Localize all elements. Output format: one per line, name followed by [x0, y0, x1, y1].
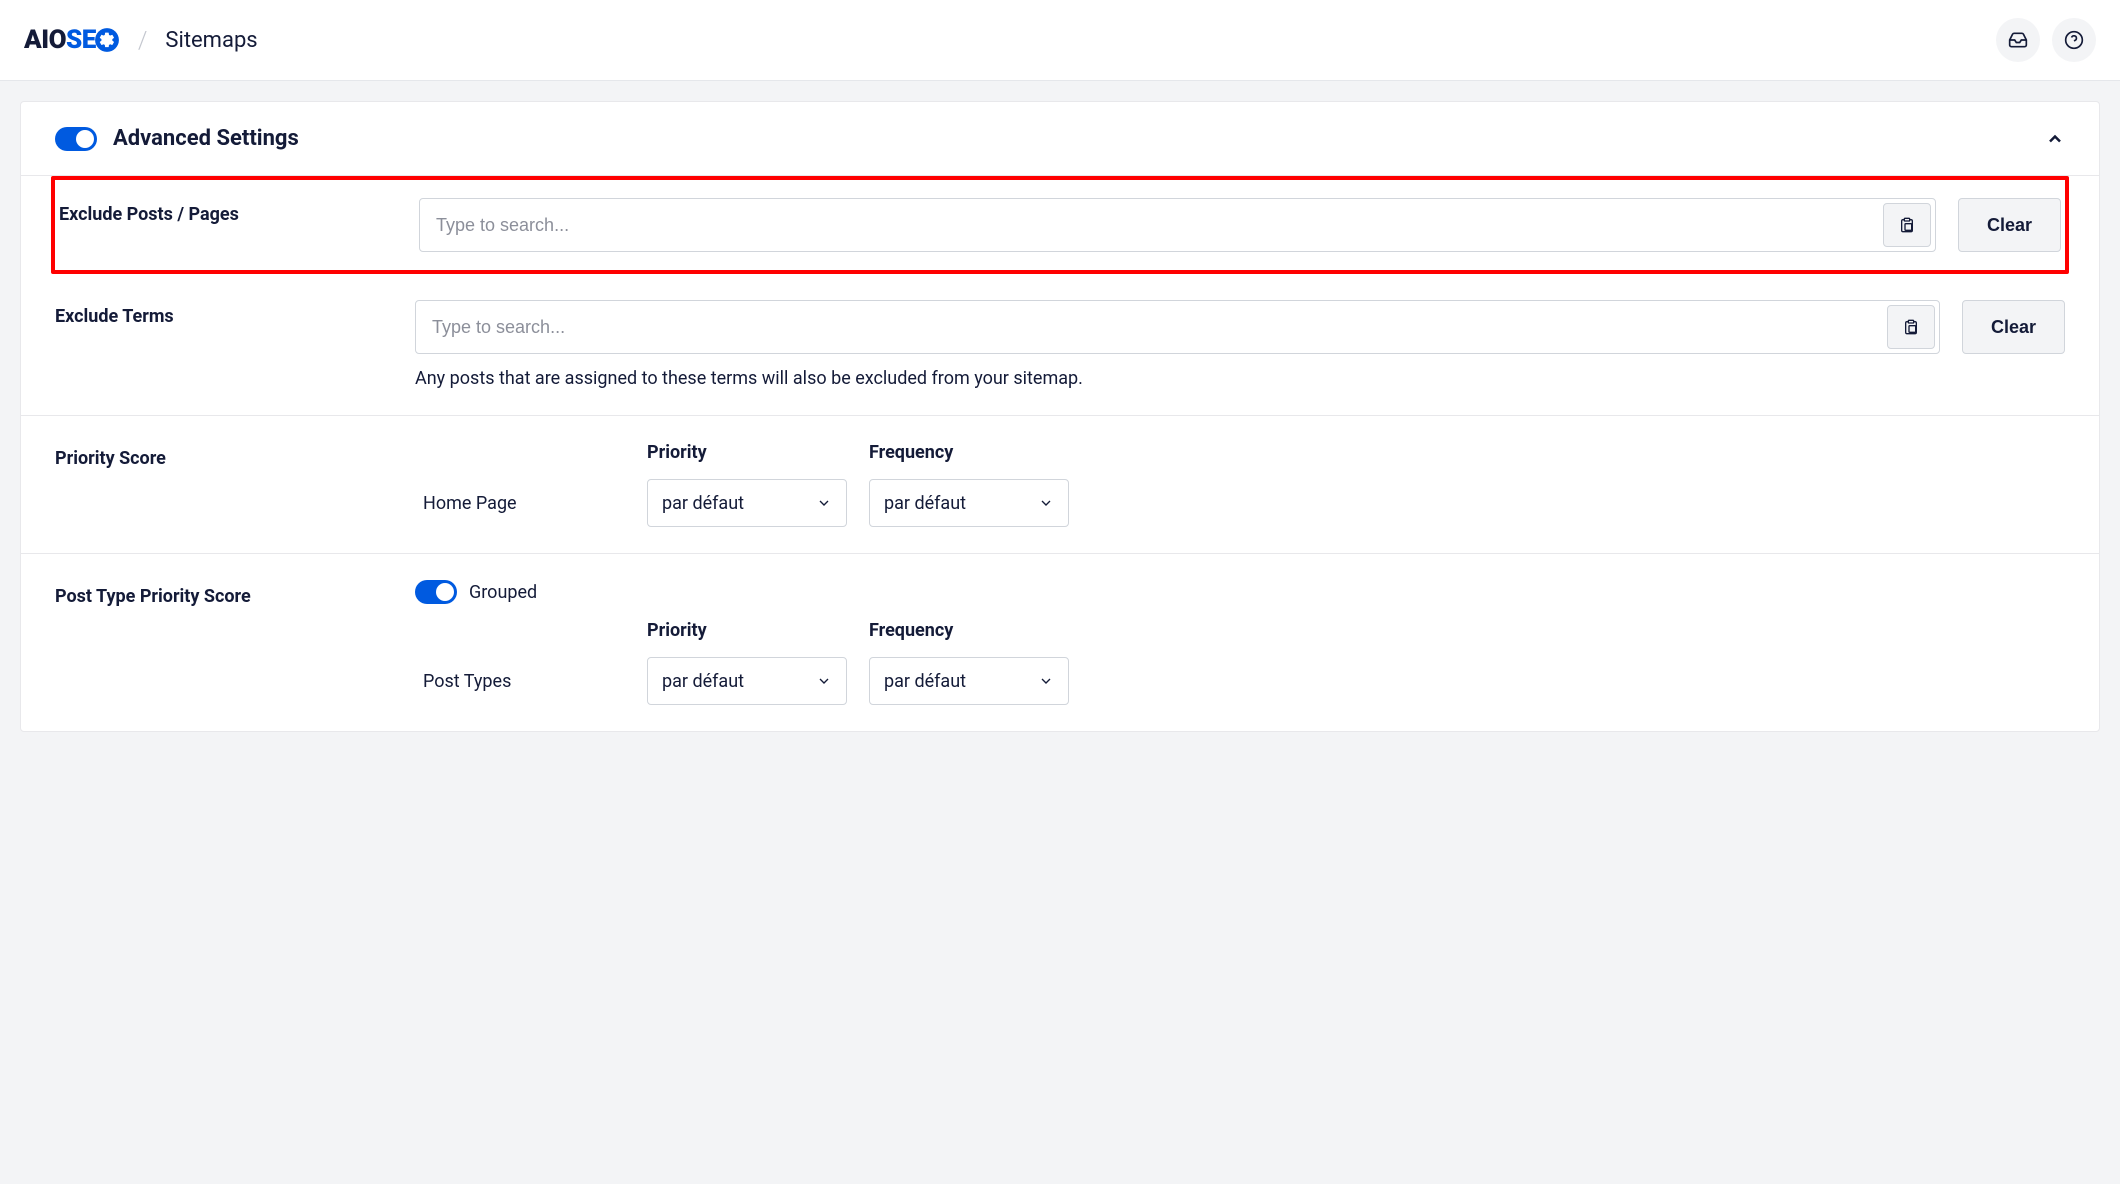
grouped-toggle[interactable]	[415, 580, 457, 604]
chevron-down-icon	[1038, 495, 1054, 511]
logo-se-text: SE	[66, 25, 96, 55]
advanced-settings-toggle[interactable]	[55, 127, 97, 151]
paste-icon	[1903, 319, 1919, 335]
post-type-priority-label: Post Type Priority Score	[55, 580, 375, 705]
exclude-posts-row: Exclude Posts / Pages	[59, 190, 2061, 260]
home-page-frequency-select[interactable]: par défaut	[869, 479, 1069, 527]
priority-score-row: Priority Score Priority Frequency Home P…	[21, 416, 2099, 554]
card-header: Advanced Settings	[21, 102, 2099, 176]
post-type-priority-row: Post Type Priority Score Grouped Priorit…	[21, 554, 2099, 731]
priority-header: Priority	[647, 442, 847, 463]
exclude-terms-input-row: Clear	[415, 300, 2065, 354]
post-types-label: Post Types	[415, 671, 625, 692]
post-types-row: Post Types par défaut par défaut	[415, 657, 2065, 705]
home-page-frequency-value: par défaut	[884, 493, 966, 514]
post-types-priority-value: par défaut	[662, 671, 744, 692]
grouped-label: Grouped	[469, 582, 537, 603]
priority-score-label: Priority Score	[55, 442, 375, 527]
header-right	[1996, 18, 2096, 62]
breadcrumb-current: Sitemaps	[165, 28, 257, 53]
priority-score-content: Priority Frequency Home Page par défaut …	[415, 442, 2065, 527]
exclude-posts-label: Exclude Posts / Pages	[59, 198, 379, 252]
breadcrumb-separator: /	[138, 26, 148, 54]
page-header: AIOSE / Sitemaps	[0, 0, 2120, 81]
logo-aio-text: AIO	[24, 25, 66, 55]
priority-headers: Priority Frequency	[415, 442, 2065, 463]
exclude-terms-paste-button[interactable]	[1887, 305, 1935, 349]
paste-icon	[1899, 217, 1915, 233]
exclude-posts-content: Clear	[419, 198, 2061, 252]
post-type-frequency-header: Frequency	[869, 620, 1069, 641]
exclude-terms-help-text: Any posts that are assigned to these ter…	[415, 368, 2065, 389]
home-page-label: Home Page	[415, 493, 625, 514]
priority-spacer	[415, 442, 625, 463]
content-area: Advanced Settings Exclude Posts / Pages	[0, 81, 2120, 752]
home-page-priority-select[interactable]: par défaut	[647, 479, 847, 527]
exclude-posts-search-input[interactable]	[422, 203, 1881, 248]
chevron-down-icon	[1038, 673, 1054, 689]
home-page-row: Home Page par défaut par défaut	[415, 479, 2065, 527]
help-button[interactable]	[2052, 18, 2096, 62]
grouped-toggle-row: Grouped	[415, 580, 2065, 604]
inbox-icon	[2008, 30, 2028, 50]
exclude-posts-input-row: Clear	[419, 198, 2061, 252]
exclude-terms-clear-button[interactable]: Clear	[1962, 300, 2065, 354]
exclude-terms-content: Clear Any posts that are assigned to the…	[415, 300, 2065, 389]
home-page-priority-value: par défaut	[662, 493, 744, 514]
exclude-terms-search-input[interactable]	[418, 305, 1885, 350]
post-types-priority-select[interactable]: par défaut	[647, 657, 847, 705]
post-type-priority-header: Priority	[647, 620, 847, 641]
chevron-down-icon	[816, 673, 832, 689]
exclude-posts-clear-button[interactable]: Clear	[1958, 198, 2061, 252]
frequency-header: Frequency	[869, 442, 1069, 463]
post-type-headers: Priority Frequency	[415, 620, 2065, 641]
advanced-settings-card: Advanced Settings Exclude Posts / Pages	[20, 101, 2100, 732]
logo-gear-icon	[94, 27, 120, 53]
chevron-up-icon	[2045, 129, 2065, 149]
highlighted-section: Exclude Posts / Pages	[51, 176, 2069, 274]
exclude-posts-search-wrapper	[419, 198, 1936, 252]
post-type-priority-content: Grouped Priority Frequency Post Types pa…	[415, 580, 2065, 705]
exclude-terms-search-wrapper	[415, 300, 1940, 354]
collapse-button[interactable]	[2045, 129, 2065, 149]
card-header-left: Advanced Settings	[55, 126, 299, 151]
post-types-frequency-select[interactable]: par défaut	[869, 657, 1069, 705]
exclude-terms-label: Exclude Terms	[55, 300, 375, 389]
exclude-posts-paste-button[interactable]	[1883, 203, 1931, 247]
card-title: Advanced Settings	[113, 126, 299, 151]
header-left: AIOSE / Sitemaps	[24, 25, 258, 55]
help-icon	[2064, 30, 2084, 50]
post-type-spacer	[415, 620, 625, 641]
post-types-frequency-value: par défaut	[884, 671, 966, 692]
exclude-terms-row: Exclude Terms Clear	[21, 274, 2099, 416]
chevron-down-icon	[816, 495, 832, 511]
aioseo-logo: AIOSE	[24, 25, 120, 55]
notifications-button[interactable]	[1996, 18, 2040, 62]
